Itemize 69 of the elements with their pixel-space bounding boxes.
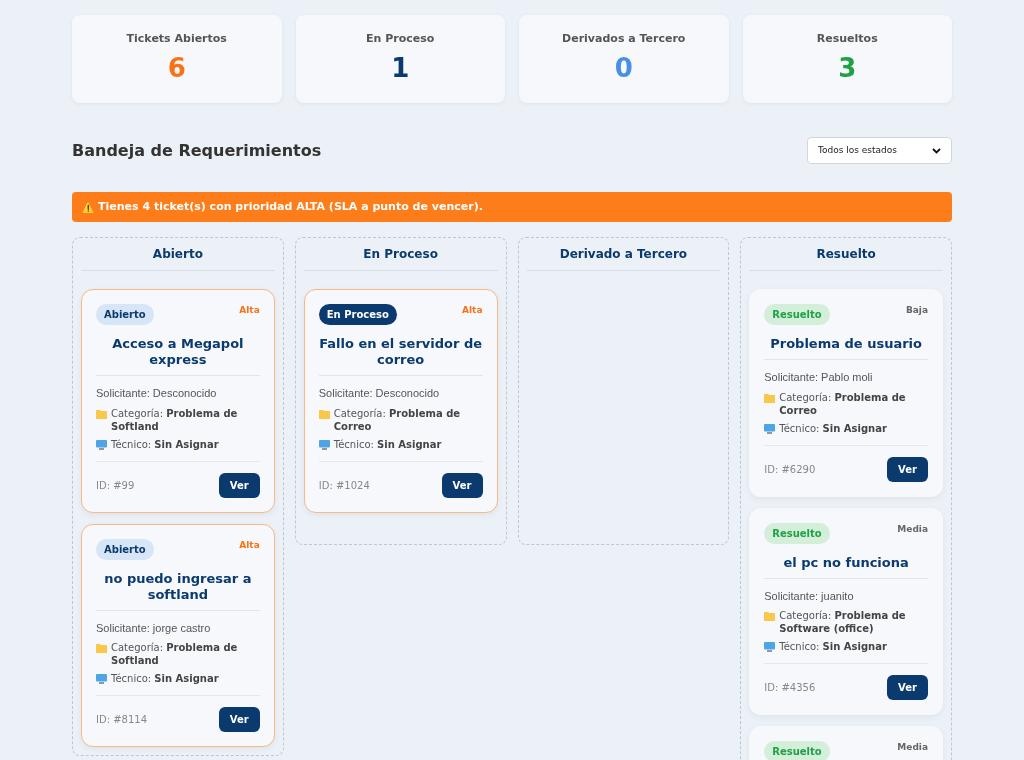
- view-button[interactable]: Ver: [887, 675, 928, 700]
- folder-icon: [318, 408, 330, 419]
- section-title: Bandeja de Requerimientos: [72, 139, 322, 162]
- chevron-down-icon: [932, 147, 941, 154]
- ticket-id: ID: #99: [96, 478, 135, 493]
- monitor-icon: [764, 423, 776, 434]
- requester-text: Solicitante: Desconocido: [318, 386, 441, 401]
- status-filter[interactable]: Todos los estados: [807, 137, 952, 164]
- priority-label: Alta: [239, 538, 260, 552]
- category-text: Categoría: Problema de Softland: [111, 641, 239, 667]
- technician-text: Técnico: Sin Asignar: [111, 437, 219, 451]
- column-title: Abierto: [81, 238, 275, 271]
- status-badge: En Proceso: [318, 304, 397, 325]
- category-text: Categoría: Problema de Softland: [111, 406, 239, 433]
- stat-label: Tickets Abiertos: [126, 31, 227, 47]
- technician-text: Técnico: Sin Asignar: [333, 437, 442, 451]
- monitor-icon: [96, 674, 107, 684]
- category-text: Categoría: Problema de Software (office): [779, 609, 907, 635]
- ticket-id: ID: #4356: [764, 681, 816, 695]
- view-button[interactable]: Ver: [441, 472, 483, 498]
- technician-text: Técnico: Sin Asignar: [779, 421, 887, 435]
- monitor-icon: [96, 439, 107, 450]
- priority-label: Media: [897, 522, 928, 536]
- category-text: Categoría: Problema de Correo: [333, 406, 462, 433]
- priority-label: Alta: [462, 304, 483, 317]
- stat-label: Derivados a Tercero: [562, 31, 686, 47]
- requester-text: Solicitante: jorge castro: [96, 620, 212, 636]
- column-title: En Proceso: [303, 238, 498, 271]
- view-button[interactable]: Ver: [218, 707, 260, 732]
- monitor-icon: [764, 642, 776, 652]
- column-title: Resuelto: [749, 238, 943, 271]
- ticket-id: ID: #1024: [318, 478, 370, 493]
- view-button[interactable]: Ver: [218, 472, 260, 498]
- column-title: Derivado a Tercero: [526, 238, 721, 271]
- ticket-id: ID: #8114: [96, 713, 148, 727]
- priority-label: Baja: [905, 304, 928, 317]
- stat-label: Resueltos: [816, 31, 878, 47]
- status-badge: Resuelto: [764, 522, 830, 544]
- view-button[interactable]: Ver: [887, 456, 928, 482]
- ticket-title: el pc no funciona: [764, 554, 928, 579]
- technician-text: Técnico: Sin Asignar: [111, 672, 219, 685]
- priority-label: Alta: [239, 304, 260, 317]
- status-badge: Resuelto: [764, 304, 830, 325]
- stat-value: 0: [614, 51, 633, 84]
- ticket-id: ID: #6290: [764, 462, 816, 477]
- monitor-icon: [318, 439, 330, 450]
- ticket-title: Problema de usuario: [764, 336, 928, 360]
- folder-icon: [764, 611, 776, 621]
- ticket-title: Acceso a Megapol express: [96, 336, 260, 376]
- alert-text: Tienes 4 ticket(s) con prioridad ALTA (SLA a punto de vencer).: [98, 198, 483, 215]
- requester-text: Solicitante: juanito: [764, 588, 855, 604]
- folder-icon: [96, 408, 107, 419]
- stat-value: 3: [838, 51, 857, 84]
- requester-text: Solicitante: Desconocido: [96, 386, 218, 401]
- warning-icon: ⚠: [82, 199, 94, 215]
- folder-icon: [764, 392, 776, 403]
- requester-text: Solicitante: Pablo moli: [764, 370, 874, 385]
- stat-value: 6: [167, 51, 186, 84]
- status-badge: Abierto: [96, 538, 154, 560]
- ticket-title: no puedo ingresar a softland: [96, 570, 260, 611]
- category-text: Categoría: Problema de Correo: [779, 390, 907, 417]
- priority-label: Media: [897, 741, 928, 754]
- stat-label: En Proceso: [366, 31, 435, 47]
- technician-text: Técnico: Sin Asignar: [779, 640, 887, 653]
- stat-value: 1: [391, 51, 410, 84]
- ticket-title: Fallo en el servidor de correo: [318, 336, 483, 376]
- folder-icon: [96, 643, 107, 653]
- status-badge: Abierto: [96, 304, 154, 325]
- status-badge: Resuelto: [764, 741, 830, 760]
